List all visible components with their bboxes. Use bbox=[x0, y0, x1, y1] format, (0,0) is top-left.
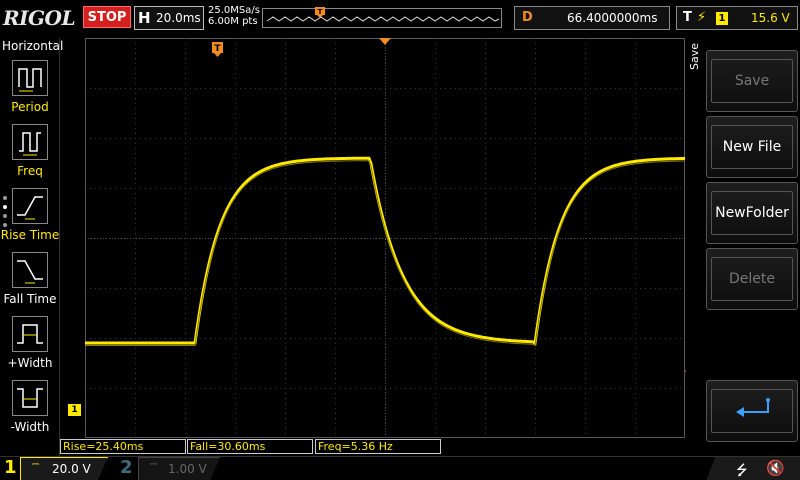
memory-overview: T bbox=[262, 7, 502, 28]
new-folder-button[interactable]: NewFolder bbox=[706, 182, 798, 244]
trigger-channel: 1 bbox=[716, 12, 728, 25]
channel-1-status[interactable]: 1 ⎓ 20.0 V bbox=[0, 457, 108, 480]
enter-return-icon bbox=[711, 389, 793, 433]
channel-2-scale: 1.00 V bbox=[168, 462, 207, 476]
system-status: ⭍ 🔇 bbox=[706, 457, 800, 480]
memory-depth: 6.00M pts bbox=[208, 16, 258, 27]
usb-icon: ⭍ bbox=[736, 463, 748, 479]
trigger-box[interactable]: T ⚡ 1 15.6 V bbox=[676, 6, 798, 30]
menu-item-fall-time[interactable]: Fall Time bbox=[0, 252, 60, 316]
measurement-results: Rise=25.40ms Fall=30.60ms Freq=5.36 Hz bbox=[60, 438, 700, 455]
rise-time-icon bbox=[12, 188, 48, 224]
menu-item-positive-width[interactable]: +Width bbox=[0, 316, 60, 380]
grid-lines bbox=[85, 38, 685, 438]
timebase-box[interactable]: H 20.0ms bbox=[134, 6, 204, 30]
menu-item-label: +Width bbox=[7, 356, 53, 370]
acquisition-info: 25.0MSa/s 6.00M pts bbox=[208, 5, 260, 27]
menu-item-negative-width[interactable]: -Width bbox=[0, 380, 60, 444]
freq-icon bbox=[12, 124, 48, 160]
timebase-value: 20.0ms bbox=[156, 11, 201, 25]
memory-overview-wave bbox=[266, 16, 500, 22]
svg-text:T: T bbox=[318, 8, 323, 16]
dc-coupling-icon: ⎓ bbox=[32, 460, 40, 470]
dc-coupling-icon: ⎓ bbox=[150, 460, 158, 470]
run-stop-status[interactable]: STOP bbox=[83, 6, 131, 28]
center-position-marker-icon bbox=[379, 38, 391, 45]
channel-status-bar: 1 ⎓ 20.0 V 2 ⎓ 1.00 V ⭍ 🔇 bbox=[0, 456, 800, 480]
save-button[interactable]: Save bbox=[706, 50, 798, 112]
brand-logo: RIGOL bbox=[3, 6, 76, 30]
channel-1-scale: 20.0 V bbox=[52, 462, 91, 476]
menu-item-label: Fall Time bbox=[3, 292, 57, 306]
graticule bbox=[85, 38, 685, 438]
menu-item-label: Freq bbox=[17, 164, 43, 178]
delay-box[interactable]: D 66.4000000ms bbox=[514, 6, 670, 30]
menu-item-label: -Width bbox=[10, 420, 50, 434]
measure-menu: Horizontal Period Freq Rise Time Fall Ti… bbox=[0, 38, 64, 456]
menu-item-label: Rise Time bbox=[0, 228, 60, 242]
trigger-position-marker[interactable]: T bbox=[212, 42, 224, 58]
fall-time-result: Fall=30.60ms bbox=[187, 439, 313, 454]
delay-value: 66.4000000ms bbox=[567, 11, 658, 25]
rising-edge-icon: ⚡ bbox=[697, 10, 707, 25]
trigger-label: T bbox=[683, 10, 692, 25]
menu-item-label: Period bbox=[11, 100, 49, 114]
speaker-muted-icon[interactable]: 🔇 bbox=[766, 459, 785, 477]
trigger-level: 15.6 V bbox=[751, 11, 790, 25]
delete-button[interactable]: Delete bbox=[706, 248, 798, 310]
channel-1-ground-marker[interactable]: 1 bbox=[68, 404, 81, 416]
fall-time-icon bbox=[12, 252, 48, 288]
top-status-bar: RIGOL STOP H 20.0ms 25.0MSa/s 6.00M pts … bbox=[0, 0, 800, 37]
channel-2-number: 2 bbox=[120, 457, 133, 478]
sample-rate: 25.0MSa/s bbox=[208, 5, 260, 16]
positive-width-icon bbox=[12, 316, 48, 352]
waveform-display[interactable]: T 1 bbox=[68, 38, 699, 438]
rise-time-result: Rise=25.40ms bbox=[60, 439, 186, 454]
enter-button[interactable] bbox=[706, 380, 798, 442]
memory-trigger-marker-icon: T bbox=[315, 7, 325, 18]
menu-title: Horizontal bbox=[2, 39, 64, 53]
menu-title: Save bbox=[688, 42, 701, 70]
period-icon bbox=[12, 60, 48, 96]
trigger-position-text: T bbox=[214, 44, 221, 54]
menu-item-period[interactable]: Period bbox=[0, 60, 60, 124]
menu-item-rise-time[interactable]: Rise Time bbox=[0, 188, 60, 252]
timebase-label: H bbox=[138, 9, 151, 27]
negative-width-icon bbox=[12, 380, 48, 416]
new-file-button[interactable]: New File bbox=[706, 116, 798, 178]
menu-item-freq[interactable]: Freq bbox=[0, 124, 60, 188]
channel-2-status[interactable]: 2 ⎓ 1.00 V bbox=[112, 457, 220, 480]
channel-1-number: 1 bbox=[4, 457, 17, 478]
frequency-result: Freq=5.36 Hz bbox=[315, 439, 441, 454]
delay-label: D bbox=[522, 10, 533, 25]
save-menu: Save Save New File NewFolder Delete bbox=[686, 38, 800, 456]
